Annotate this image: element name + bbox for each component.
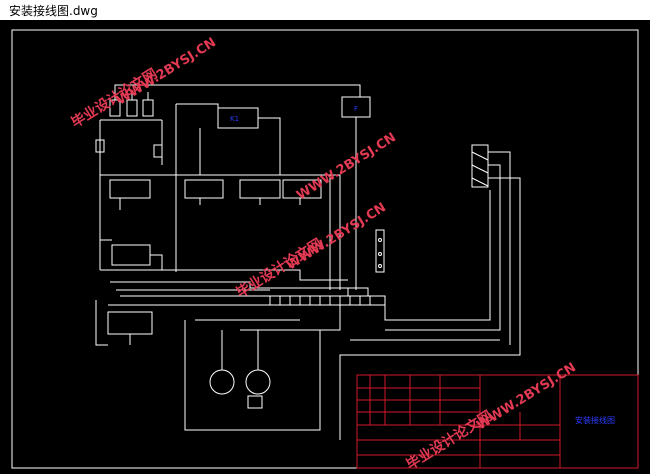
relay-lower-left [107, 304, 270, 345]
drawing-name: 安装接线图 [575, 415, 615, 425]
watermark-5: WWW.2BYSJ.CN [294, 130, 399, 203]
svg-text:WWW.2BYSJ.CN: WWW.2BYSJ.CN [474, 360, 579, 433]
watermark-7: WWW.2BYSJ.CN [474, 360, 579, 433]
switch-block-right [339, 144, 521, 440]
svg-text:WWW.2BYSJ.CN: WWW.2BYSJ.CN [114, 35, 219, 108]
fuse-right [153, 144, 163, 158]
relay-k1-label: K1 [230, 115, 239, 123]
watermark-2: WWW.2BYSJ.CN [114, 35, 219, 108]
terminal-strip [269, 287, 386, 306]
window-title: 安装接线图.dwg [9, 4, 98, 18]
relay-middle [100, 239, 163, 270]
wiring-diagram: K1 F 安装接线图 毕业设计论文网 WWW.2BYSJ.CN 毕业设计论文网 … [11, 29, 639, 473]
motor-1 [209, 369, 235, 395]
cad-drawing-canvas[interactable]: K1 F 安装接线图 毕业设计论文网 WWW.2BYSJ.CN 毕业设计论文网 … [0, 20, 650, 474]
watermark-4: WWW.2BYSJ.CN [284, 200, 389, 273]
relay-k1: K1 [175, 103, 281, 272]
svg-text:WWW.2BYSJ.CN: WWW.2BYSJ.CN [294, 130, 399, 203]
vertical-connector [375, 229, 385, 273]
window-titlebar: 安装接线图.dwg [0, 0, 650, 20]
svg-text:WWW.2BYSJ.CN: WWW.2BYSJ.CN [284, 200, 389, 273]
switch-f: F [341, 96, 371, 290]
motor-group [184, 305, 341, 431]
motor-2 [245, 369, 271, 395]
switch-f-label: F [354, 105, 358, 113]
